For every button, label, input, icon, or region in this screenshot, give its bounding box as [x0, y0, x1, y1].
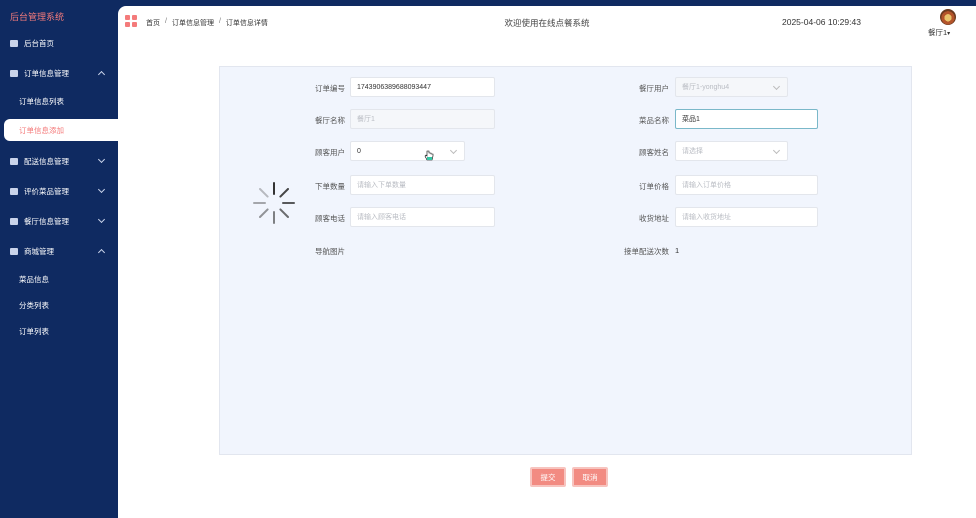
chevron-down-icon [97, 185, 106, 194]
order-form: 订单编号 1743906389688093447 餐厅名称 餐厅1 顾客用户 0… [219, 66, 912, 455]
restaurant-user-select: 餐厅1-yonghu4 [675, 77, 788, 97]
username[interactable]: 餐厅1 [928, 28, 947, 37]
order-no-input[interactable]: 1743906389688093447 [350, 77, 495, 97]
delivery-times-label: 接单配送次数 [624, 247, 669, 256]
quantity-input[interactable]: 请输入下单数量 [350, 175, 495, 195]
sidebar-item-label: 后台首页 [24, 38, 54, 48]
printer-icon [10, 247, 18, 255]
sidebar-item-label[interactable]: 菜品信息 [19, 274, 118, 285]
phone-placeholder: 请输入顾客电话 [357, 214, 406, 221]
order-no-value: 1743906389688093447 [357, 83, 431, 91]
customer-user-label: 顾客用户 [315, 148, 345, 157]
address-input[interactable]: 请输入收货地址 [675, 207, 818, 227]
edit-icon [10, 187, 18, 195]
customer-name-placeholder: 请选择 [682, 148, 703, 155]
sidebar-item-order-list-mall[interactable]: 订单列表 [0, 320, 118, 342]
edit-icon [10, 69, 18, 77]
chevron-down-icon [449, 146, 458, 155]
sidebar-item-order-add[interactable]: 订单信息添加 [4, 119, 118, 141]
sidebar-item-order-list[interactable]: 订单信息列表 [0, 90, 118, 112]
user-menu[interactable]: 餐厅1▾ [928, 27, 950, 38]
caret-down-icon[interactable]: ▾ [947, 31, 950, 37]
sidebar: 后台管理系统 后台首页 订单信息管理 订单信息列表 订单信息添加 配送信息管理 … [0, 0, 118, 518]
sidebar-item-home[interactable]: 后台首页 [0, 32, 118, 54]
delivery-times-value: 1 [675, 246, 680, 255]
chevron-up-icon [97, 70, 106, 79]
dish-name-label: 菜品名称 [639, 116, 669, 125]
restaurant-user-value: 餐厅1-yonghu4 [682, 84, 730, 91]
sidebar-item-delivery-management[interactable]: 配送信息管理 [0, 150, 118, 172]
chevron-down-icon [772, 146, 781, 155]
chevron-down-icon [97, 215, 106, 224]
loading-spinner-icon [253, 182, 295, 224]
cancel-button[interactable]: 取消 [572, 467, 608, 487]
sidebar-item-restaurant-management[interactable]: 餐厅信息管理 [0, 210, 118, 232]
sidebar-item-label[interactable]: 订单列表 [19, 326, 118, 337]
restaurant-user-label: 餐厅用户 [639, 84, 669, 93]
submit-button[interactable]: 提交 [530, 467, 566, 487]
chevron-up-icon [97, 248, 106, 257]
price-input[interactable]: 请输入订单价格 [675, 175, 818, 195]
sidebar-item-label[interactable]: 分类列表 [19, 300, 118, 311]
home-icon [10, 39, 18, 47]
customer-name-label: 顾客姓名 [639, 148, 669, 157]
avatar[interactable] [940, 9, 956, 25]
edit-icon [10, 157, 18, 165]
sidebar-item-label: 订单信息管理 [24, 68, 69, 78]
restaurant-name-label: 餐厅名称 [315, 116, 345, 125]
main-panel: 首页 / 订单信息管理 / 订单信息详情 欢迎使用在线点餐系统 2025-04-… [118, 6, 976, 518]
phone-input[interactable]: 请输入顾客电话 [350, 207, 495, 227]
quantity-placeholder: 请输入下单数量 [357, 182, 406, 189]
sidebar-item-label: 评价菜品管理 [24, 186, 69, 196]
sidebar-item-label: 配送信息管理 [24, 156, 69, 166]
image-label: 导航图片 [315, 247, 345, 256]
restaurant-name-input: 餐厅1 [350, 109, 495, 129]
price-label: 订单价格 [639, 182, 669, 191]
customer-user-select[interactable]: 0 [350, 141, 465, 161]
sidebar-item-review-management[interactable]: 评价菜品管理 [0, 180, 118, 202]
sidebar-item-label: 商城管理 [24, 246, 54, 256]
edit-icon [10, 217, 18, 225]
restaurant-name-value: 餐厅1 [357, 116, 375, 123]
address-label: 收货地址 [639, 214, 669, 223]
brand-title: 后台管理系统 [10, 12, 65, 22]
sidebar-item-label[interactable]: 订单信息列表 [19, 96, 118, 107]
sidebar-item-order-management[interactable]: 订单信息管理 [0, 62, 118, 84]
sidebar-item-category-list[interactable]: 分类列表 [0, 294, 118, 316]
order-no-label: 订单编号 [315, 84, 345, 93]
sidebar-item-dish-info[interactable]: 菜品信息 [0, 268, 118, 290]
hand-cursor-icon [424, 150, 434, 161]
sidebar-item-mall-management[interactable]: 商城管理 [0, 240, 118, 262]
chevron-down-icon [97, 155, 106, 164]
address-placeholder: 请输入收货地址 [682, 214, 731, 221]
customer-user-value: 0 [357, 147, 361, 155]
customer-name-select[interactable]: 请选择 [675, 141, 788, 161]
sidebar-item-label[interactable]: 订单信息添加 [19, 125, 118, 136]
price-placeholder: 请输入订单价格 [682, 182, 731, 189]
datetime: 2025-04-06 10:29:43 [782, 17, 861, 27]
sidebar-item-label: 餐厅信息管理 [24, 216, 69, 226]
dish-name-input[interactable]: 菜品1 [675, 109, 818, 129]
dish-name-value: 菜品1 [682, 116, 700, 123]
chevron-down-icon [772, 82, 781, 91]
